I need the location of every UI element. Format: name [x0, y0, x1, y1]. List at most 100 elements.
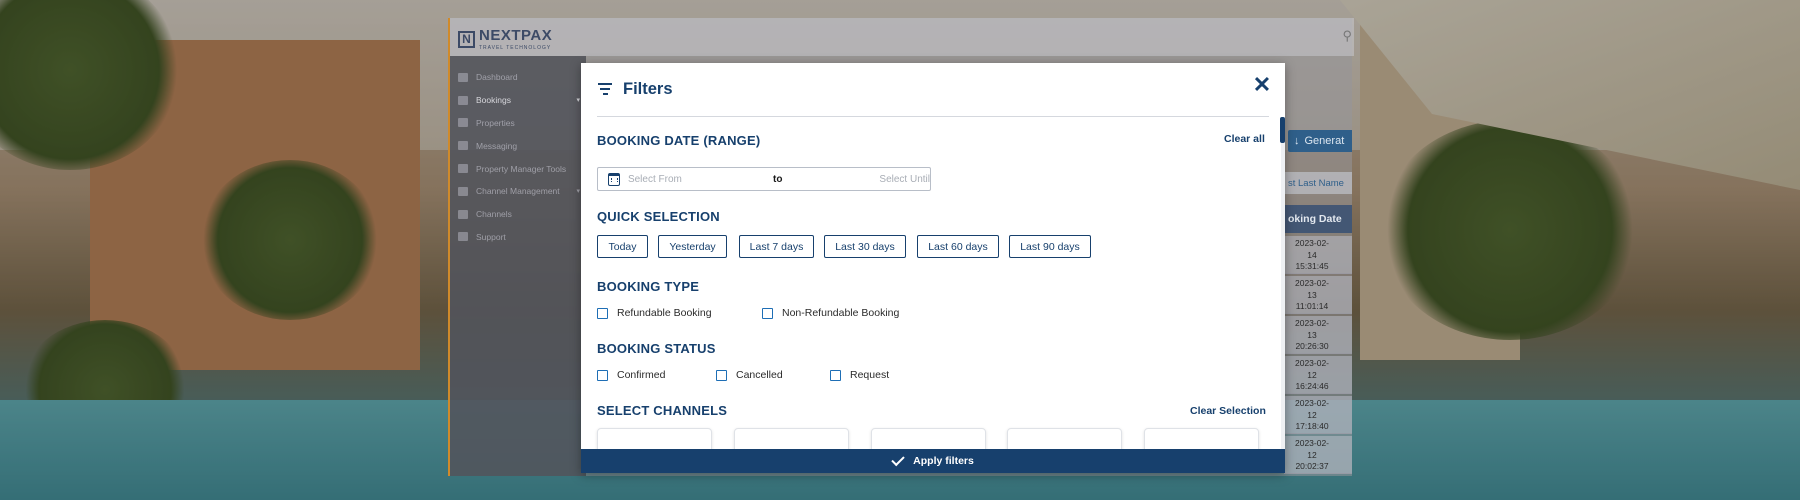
- nextpax-logo[interactable]: N NEXTPAX TRAVEL TECHNOLOGY: [458, 27, 552, 51]
- quick-selection-section-title: QUICK SELECTION: [597, 209, 720, 224]
- clear-selection-link[interactable]: Clear Selection: [1190, 405, 1266, 417]
- logo-subtext: TRAVEL TECHNOLOGY: [479, 45, 552, 51]
- quick-last-90-days-button[interactable]: Last 90 days: [1009, 235, 1091, 258]
- quick-yesterday-button[interactable]: Yesterday: [658, 235, 727, 258]
- non-refundable-booking-label: Non-Refundable Booking: [782, 307, 900, 319]
- checkbox-box[interactable]: [597, 307, 608, 319]
- booking-date-part: 13: [1307, 329, 1317, 340]
- chevron-down-icon: ▾: [576, 97, 580, 105]
- checkbox-box[interactable]: [716, 369, 727, 381]
- scrollbar-thumb[interactable]: [1280, 117, 1285, 143]
- booking-date-part: 17:18:40: [1295, 421, 1329, 431]
- booking-date-section-title: BOOKING DATE (RANGE): [597, 133, 761, 148]
- sidebar-item-channel-management[interactable]: Channel Management ▾: [450, 180, 586, 203]
- modal-header: Filters ✕: [581, 63, 1285, 117]
- sidebar-item-label: Dashboard: [476, 72, 518, 83]
- generate-button-label: Generat: [1304, 135, 1345, 147]
- quick-today-button[interactable]: Today: [597, 235, 648, 258]
- booking-date-cell: 2023-02- 12 16:24:46: [1284, 358, 1340, 393]
- booking-date-part: 12: [1307, 369, 1317, 380]
- channel-management-icon: [458, 186, 468, 196]
- apply-filters-button[interactable]: Apply filters: [581, 449, 1285, 473]
- dashboard-icon: [458, 72, 468, 82]
- quick-last-30-days-button[interactable]: Last 30 days: [824, 235, 906, 258]
- refundable-booking-checkbox[interactable]: Refundable Booking: [597, 307, 712, 319]
- logo-mark-icon: N: [458, 30, 475, 48]
- clear-all-link[interactable]: Clear all: [1224, 133, 1265, 145]
- booking-date-header-label: oking Date: [1288, 213, 1342, 225]
- select-from-field[interactable]: Select From: [628, 174, 773, 185]
- booking-date-cell: 2023-02- 12 17:18:40: [1284, 398, 1340, 433]
- bookings-icon: [458, 95, 468, 105]
- booking-date-part: 20:02:37: [1295, 461, 1329, 471]
- booking-date-part: 2023-02-: [1294, 278, 1330, 288]
- booking-date-part: 16:24:46: [1295, 381, 1329, 391]
- confirmed-checkbox[interactable]: Confirmed: [597, 369, 665, 381]
- sidebar-item-label: Channels: [476, 209, 512, 220]
- sidebar-item-channels[interactable]: Channels: [450, 203, 586, 226]
- select-channels-section-title: SELECT CHANNELS: [597, 403, 728, 418]
- booking-date-part: 12: [1307, 409, 1317, 420]
- sidebar-item-bookings[interactable]: Bookings ▾: [450, 89, 586, 112]
- generate-button[interactable]: ↓ Generat: [1288, 130, 1352, 152]
- sidebar-item-label: Messaging: [476, 140, 518, 151]
- messaging-icon: [458, 141, 468, 151]
- download-icon: ↓: [1294, 135, 1300, 147]
- booking-date-part: 14: [1307, 249, 1317, 260]
- booking-date-part: 2023-02-: [1294, 358, 1330, 368]
- sidebar-item-label: Property Manager Tools: [476, 163, 567, 174]
- calendar-icon[interactable]: [608, 172, 620, 186]
- quick-last-7-days-button[interactable]: Last 7 days: [739, 235, 814, 258]
- booking-date-part: 2023-02-: [1294, 238, 1330, 248]
- properties-icon: [458, 118, 468, 128]
- booking-date-column-header[interactable]: oking Date: [1284, 205, 1352, 233]
- checkmark-icon: [891, 452, 905, 466]
- header-divider: [597, 116, 1269, 117]
- booking-date-part: 2023-02-: [1294, 438, 1330, 448]
- checkbox-box[interactable]: [597, 369, 608, 381]
- refundable-booking-label: Refundable Booking: [617, 307, 712, 319]
- modal-title: Filters: [623, 80, 673, 98]
- sidebar-item-label: Bookings: [476, 95, 511, 106]
- apply-filters-label: Apply filters: [913, 455, 974, 467]
- booking-status-section-title: BOOKING STATUS: [597, 341, 716, 356]
- search-icon[interactable]: ⚲: [1342, 28, 1352, 44]
- booking-date-part: 2023-02-: [1294, 398, 1330, 408]
- request-label: Request: [850, 369, 890, 381]
- booking-date-range-input[interactable]: Select From to Select Until: [597, 167, 931, 191]
- select-until-field[interactable]: Select Until: [866, 174, 930, 185]
- chevron-down-icon: ▾: [576, 188, 580, 196]
- sidebar-item-properties[interactable]: Properties: [450, 112, 586, 135]
- sidebar-item-dashboard[interactable]: Dashboard: [450, 66, 586, 89]
- cancelled-checkbox[interactable]: Cancelled: [716, 369, 783, 381]
- booking-type-section-title: BOOKING TYPE: [597, 279, 700, 294]
- booking-date-cell: 2023-02- 12 20:02:37: [1284, 438, 1340, 473]
- scrollbar-track[interactable]: [1281, 117, 1285, 449]
- booking-date-part: 15:31:45: [1295, 261, 1329, 271]
- support-icon: [458, 232, 468, 242]
- last-name-filter-input[interactable]: st Last Name: [1284, 172, 1352, 194]
- booking-date-part: 2023-02-: [1294, 318, 1330, 328]
- non-refundable-booking-checkbox[interactable]: Non-Refundable Booking: [762, 307, 899, 319]
- booking-date-cell: 2023-02- 13 20:26:30: [1284, 318, 1340, 353]
- quick-last-60-days-button[interactable]: Last 60 days: [917, 235, 999, 258]
- checkbox-box[interactable]: [762, 307, 773, 319]
- sidebar-item-label: Support: [476, 231, 506, 242]
- filter-icon: [598, 83, 612, 95]
- request-checkbox[interactable]: Request: [830, 369, 889, 381]
- checkbox-box[interactable]: [830, 369, 841, 381]
- close-icon[interactable]: ✕: [1251, 74, 1273, 97]
- logo-text: NEXTPAX: [479, 27, 553, 44]
- tools-icon: [458, 164, 468, 174]
- booking-date-cell: 2023-02- 13 11:01:14: [1284, 278, 1340, 313]
- booking-date-part: 11:01:14: [1295, 301, 1329, 311]
- channels-icon: [458, 209, 468, 219]
- app-header: N NEXTPAX TRAVEL TECHNOLOGY ⚲: [450, 18, 1354, 56]
- sidebar-item-messaging[interactable]: Messaging: [450, 134, 586, 157]
- sidebar-item-label: Channel Management: [476, 186, 560, 197]
- sidebar-item-support[interactable]: Support: [450, 226, 586, 249]
- sidebar: Dashboard Bookings ▾ Properties Messaging Pro…: [450, 56, 586, 476]
- sidebar-item-property-manager-tools[interactable]: Property Manager Tools: [450, 157, 586, 180]
- sidebar-item-label: Properties: [476, 117, 515, 128]
- cancelled-label: Cancelled: [736, 369, 783, 381]
